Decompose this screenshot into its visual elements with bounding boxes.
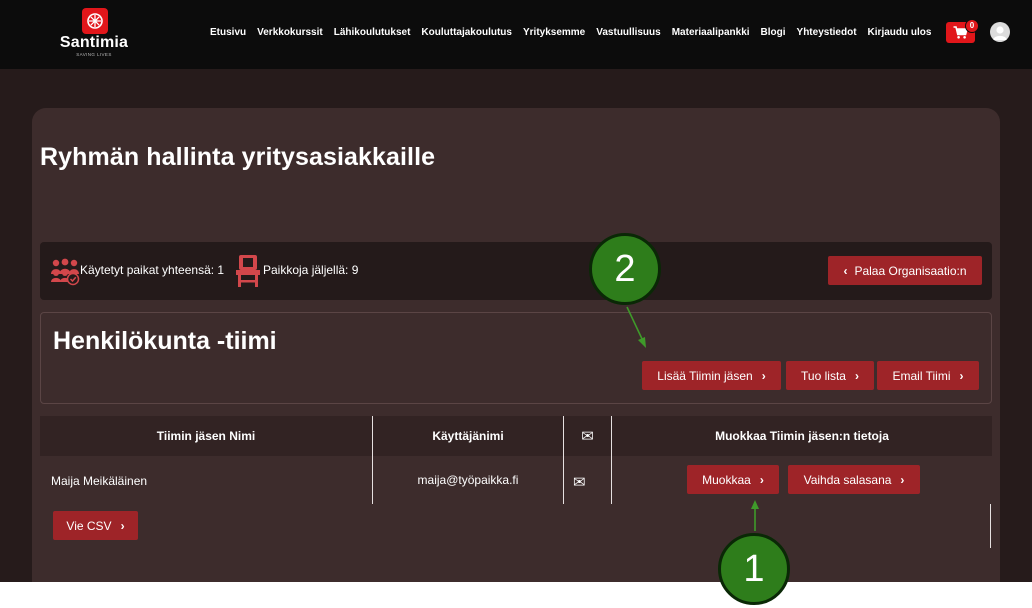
callout-step-1: 1 bbox=[718, 533, 790, 605]
arrow-line-2 bbox=[626, 306, 644, 342]
annotation-arrows bbox=[626, 306, 759, 531]
screenshot-viewport: Santimia SAVING LIVES Etusivu Verkkokurs… bbox=[0, 0, 1032, 608]
callout-step-2: 2 bbox=[589, 233, 661, 305]
arrow-head-2 bbox=[638, 337, 646, 348]
arrow-head-1 bbox=[751, 500, 759, 509]
